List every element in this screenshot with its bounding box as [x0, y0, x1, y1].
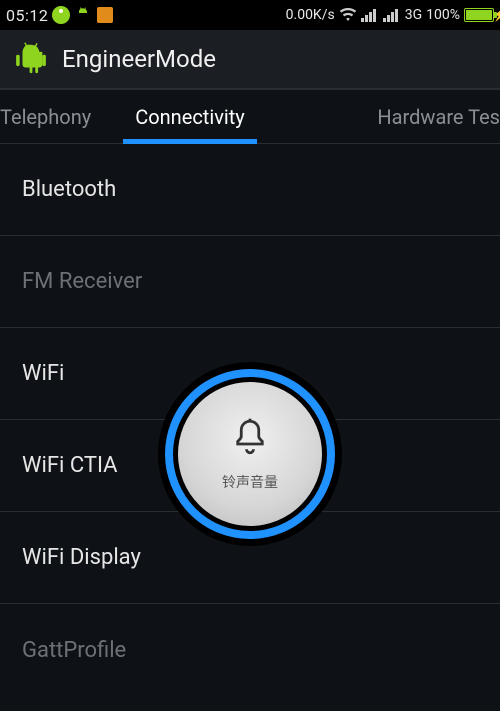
tab-bar: Telephony Connectivity Hardware Tes: [0, 90, 500, 144]
volume-inner: 铃声音量: [178, 382, 322, 526]
list-item-label: WiFi Display: [22, 545, 141, 570]
tab-hardware-tests[interactable]: Hardware Tes: [267, 90, 500, 143]
list-item-label: GattProfile: [22, 638, 126, 663]
data-rate: 0.00K/s: [286, 7, 335, 23]
status-time: 05:12: [6, 6, 48, 25]
status-left: 05:12: [6, 6, 114, 25]
status-right: 0.00K/s 3G 100% ⚡: [286, 6, 494, 24]
battery-icon: ⚡: [464, 8, 494, 22]
tab-telephony[interactable]: Telephony: [0, 90, 113, 143]
list-item[interactable]: Bluetooth: [0, 144, 500, 236]
list-item-label: WiFi: [22, 361, 64, 386]
tab-connectivity[interactable]: Connectivity: [113, 90, 267, 143]
app-bar: EngineerMode: [0, 30, 500, 90]
tab-label: Telephony: [0, 105, 91, 129]
signal-1-icon: [361, 8, 379, 22]
list-item-label: Bluetooth: [22, 177, 116, 202]
list-item-label: FM Receiver: [22, 269, 142, 294]
app-logo-android-icon: [14, 42, 48, 76]
tab-label: Connectivity: [135, 105, 245, 129]
bell-icon: [229, 416, 271, 462]
app-title: EngineerMode: [62, 45, 216, 73]
volume-ring: 铃声音量: [165, 369, 335, 539]
app-notification-icon: [96, 6, 114, 24]
volume-label: 铃声音量: [222, 472, 278, 492]
signal-2-icon: [383, 8, 401, 22]
tab-label: Hardware Tes: [377, 105, 500, 129]
android-icon: [74, 6, 92, 24]
list-item-label: WiFi CTIA: [22, 453, 118, 478]
list-item[interactable]: GattProfile: [0, 604, 500, 696]
list-item[interactable]: FM Receiver: [0, 236, 500, 328]
sync-icon: [52, 6, 70, 24]
network-label: 3G: [405, 7, 422, 23]
status-bar: 05:12 0.00K/s 3G 100% ⚡: [0, 0, 500, 30]
battery-pct: 100%: [426, 7, 460, 23]
wifi-icon: [339, 6, 357, 24]
volume-overlay[interactable]: 铃声音量: [158, 362, 342, 546]
